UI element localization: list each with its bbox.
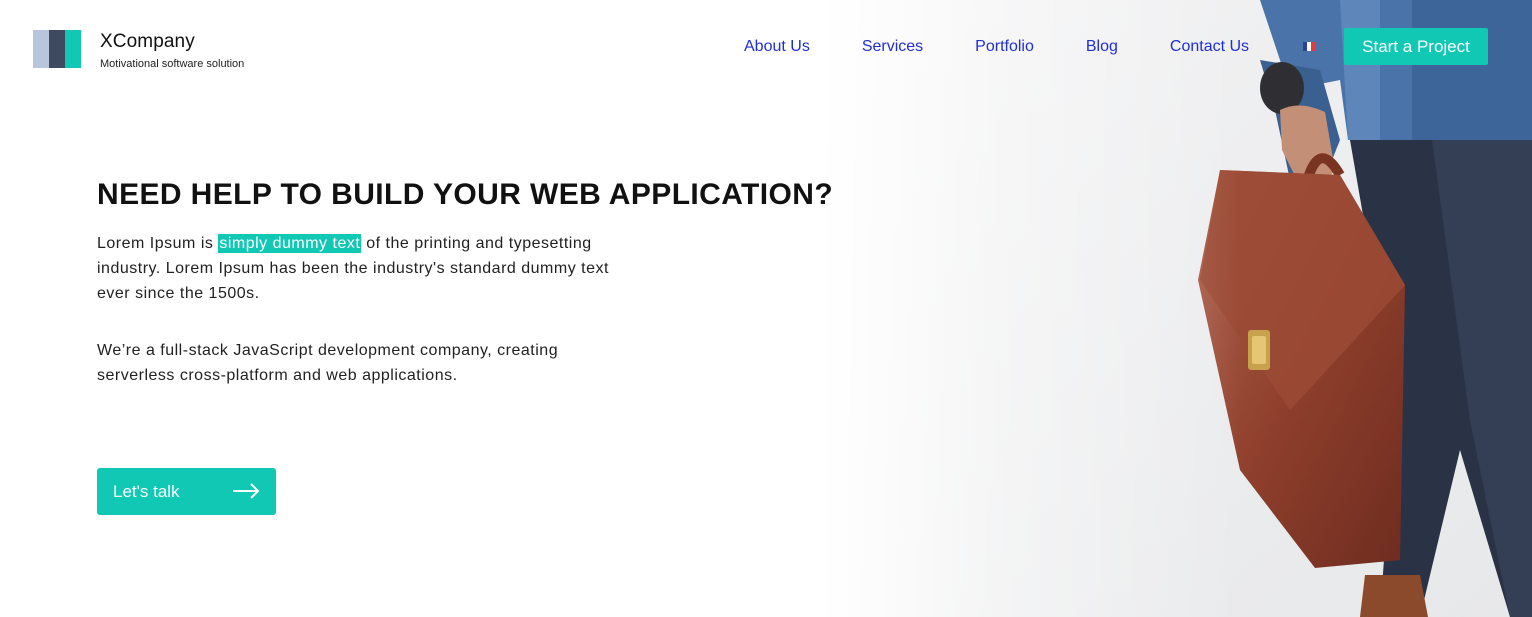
- lets-talk-label: Let's talk: [113, 481, 180, 501]
- hero-intro-paragraph: Lorem Ipsum is simply dummy text of the …: [97, 231, 637, 306]
- nav-link-services[interactable]: Services: [862, 38, 923, 56]
- intro-text-start: Lorem Ipsum is: [97, 235, 219, 252]
- hero-image-businessman-briefcase: [820, 0, 1532, 617]
- arrow-right-icon: [233, 483, 260, 499]
- logo-bar-light: [33, 30, 49, 68]
- main-nav: About Us Services Portfolio Blog Contact…: [744, 38, 1249, 56]
- start-project-button[interactable]: Start a Project: [1344, 28, 1488, 65]
- nav-link-portfolio[interactable]: Portfolio: [975, 38, 1034, 56]
- french-flag-icon[interactable]: [1303, 42, 1315, 51]
- lets-talk-button[interactable]: Let's talk: [97, 468, 276, 515]
- company-logo[interactable]: [33, 30, 81, 68]
- brand-tagline: Motivational software solution: [100, 58, 245, 70]
- hero-company-paragraph: We’re a full-stack JavaScript developmen…: [97, 342, 559, 384]
- logo-bar-accent: [65, 30, 81, 68]
- nav-link-blog[interactable]: Blog: [1086, 38, 1118, 56]
- nav-link-about-us[interactable]: About Us: [744, 38, 810, 56]
- logo-bar-dark: [49, 30, 65, 68]
- hero-headline: NEED HELP TO BUILD YOUR WEB APPLICATION?: [97, 178, 834, 211]
- nav-link-contact-us[interactable]: Contact Us: [1170, 38, 1249, 56]
- brand-name[interactable]: XCompany: [100, 31, 195, 53]
- highlighted-text: simply dummy text: [218, 234, 362, 253]
